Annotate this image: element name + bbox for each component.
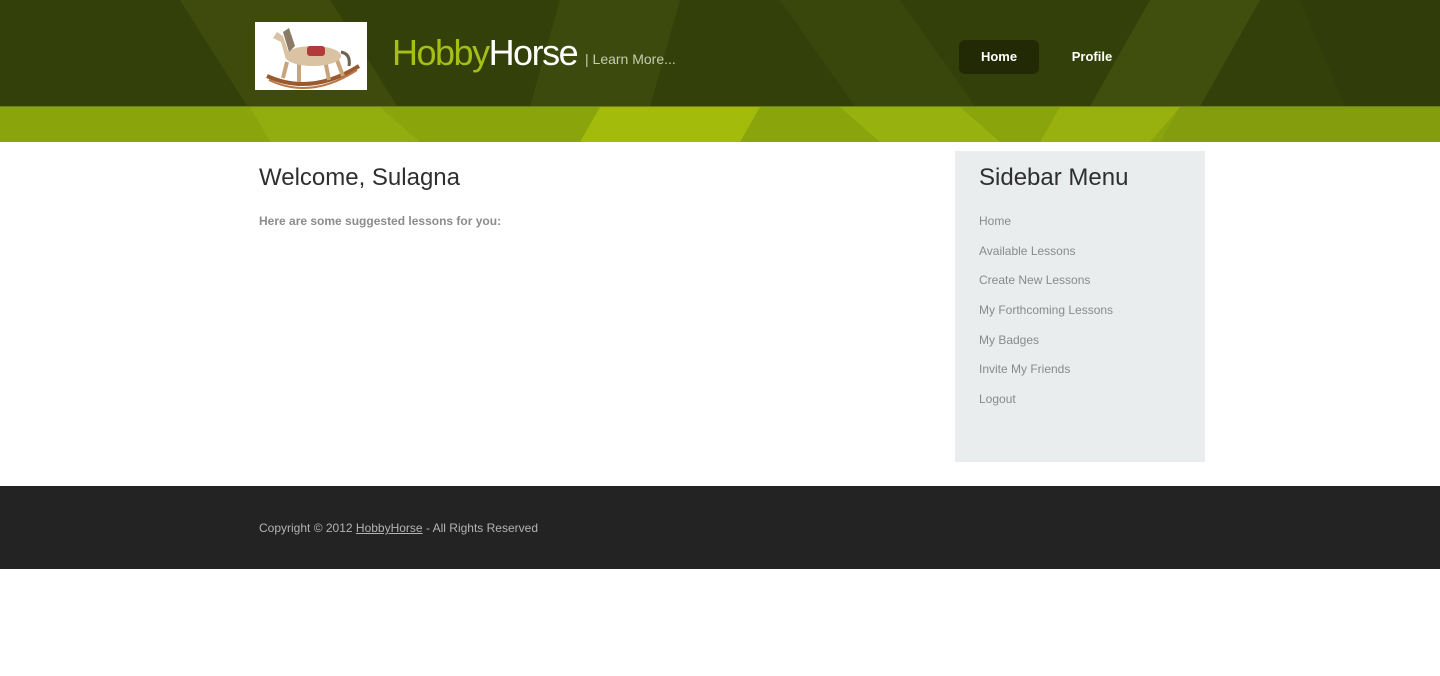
sidebar-title: Sidebar Menu bbox=[979, 164, 1129, 191]
copyright-prefix: Copyright © 2012 bbox=[259, 521, 356, 535]
brand-name-part2: Horse bbox=[488, 32, 579, 73]
sidebar-item-available-lessons[interactable]: Available Lessons bbox=[979, 243, 1113, 273]
sidebar-item-home[interactable]: Home bbox=[979, 213, 1113, 243]
rocking-horse-logo bbox=[266, 28, 361, 89]
site-header: HobbyHorse | Learn More... Home Profile bbox=[0, 0, 1440, 107]
band-rays bbox=[250, 107, 1440, 142]
welcome-heading: Welcome, Sulagna bbox=[259, 164, 460, 191]
header-accent-band bbox=[0, 107, 1440, 142]
sidebar: Sidebar Menu Home Available Lessons Crea… bbox=[955, 151, 1205, 462]
sidebar-item-invite-my-friends[interactable]: Invite My Friends bbox=[979, 361, 1113, 391]
learn-more-link[interactable]: | Learn More... bbox=[585, 51, 676, 67]
brand-name-part1: Hobby bbox=[392, 32, 490, 73]
copyright-suffix: - All Rights Reserved bbox=[422, 521, 538, 535]
suggested-lessons-text: Here are some suggested lessons for you: bbox=[259, 214, 502, 228]
sidebar-item-my-badges[interactable]: My Badges bbox=[979, 332, 1113, 362]
sidebar-item-my-forthcoming-lessons[interactable]: My Forthcoming Lessons bbox=[979, 302, 1113, 332]
footer-hobbyhorse-link[interactable]: HobbyHorse bbox=[356, 521, 423, 535]
nav-home-button[interactable]: Home bbox=[959, 40, 1039, 74]
nav-profile-button[interactable]: Profile bbox=[1052, 40, 1132, 74]
sidebar-item-create-new-lessons[interactable]: Create New Lessons bbox=[979, 272, 1113, 302]
header-background-rays bbox=[180, 0, 1440, 106]
site-footer: Copyright © 2012 HobbyHorse - All Rights… bbox=[0, 486, 1440, 569]
copyright-text: Copyright © 2012 HobbyHorse - All Rights… bbox=[259, 521, 538, 535]
logo[interactable] bbox=[255, 22, 367, 90]
brand-name[interactable]: HobbyHorse bbox=[392, 32, 579, 73]
sidebar-menu: Home Available Lessons Create New Lesson… bbox=[979, 213, 1113, 421]
sidebar-item-logout[interactable]: Logout bbox=[979, 391, 1113, 421]
